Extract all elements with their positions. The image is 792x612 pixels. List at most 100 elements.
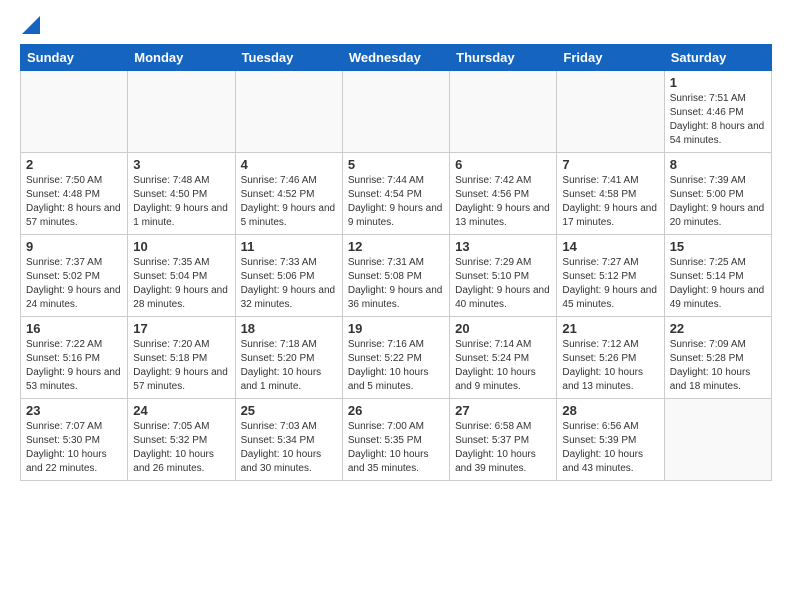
calendar-body: 1 Sunrise: 7:51 AM Sunset: 4:46 PM Daylig… [21, 71, 772, 481]
day-number: 2 [26, 157, 122, 172]
day-info: Sunrise: 7:27 AM Sunset: 5:12 PM Dayligh… [562, 256, 658, 312]
calendar-cell: 18 Sunrise: 7:18 AM Sunset: 5:20 PM Dayli… [235, 317, 342, 399]
calendar-cell [235, 71, 342, 153]
day-info: Sunrise: 7:37 AM Sunset: 5:02 PM Dayligh… [26, 256, 122, 312]
day-number: 26 [348, 403, 444, 418]
day-number: 19 [348, 321, 444, 336]
day-header-sunday: Sunday [21, 45, 128, 71]
calendar-cell [21, 71, 128, 153]
day-number: 4 [241, 157, 337, 172]
calendar-cell: 17 Sunrise: 7:20 AM Sunset: 5:18 PM Dayli… [128, 317, 235, 399]
day-number: 28 [562, 403, 658, 418]
day-info: Sunrise: 7:03 AM Sunset: 5:34 PM Dayligh… [241, 420, 337, 476]
calendar-cell: 7 Sunrise: 7:41 AM Sunset: 4:58 PM Daylig… [557, 153, 664, 235]
day-info: Sunrise: 7:46 AM Sunset: 4:52 PM Dayligh… [241, 174, 337, 230]
calendar-cell: 16Sunrise: 7:22 AM Sunset: 5:16 PM Dayli… [21, 317, 128, 399]
day-info: Sunrise: 7:33 AM Sunset: 5:06 PM Dayligh… [241, 256, 337, 312]
day-info: Sunrise: 7:00 AM Sunset: 5:35 PM Dayligh… [348, 420, 444, 476]
day-number: 23 [26, 403, 122, 418]
day-number: 18 [241, 321, 337, 336]
day-header-monday: Monday [128, 45, 235, 71]
day-number: 13 [455, 239, 551, 254]
day-number: 15 [670, 239, 766, 254]
calendar-cell: 25 Sunrise: 7:03 AM Sunset: 5:34 PM Dayli… [235, 399, 342, 481]
day-number: 25 [241, 403, 337, 418]
day-number: 14 [562, 239, 658, 254]
calendar-cell: 26 Sunrise: 7:00 AM Sunset: 5:35 PM Dayli… [342, 399, 449, 481]
week-row-4: 16Sunrise: 7:22 AM Sunset: 5:16 PM Dayli… [21, 317, 772, 399]
calendar-cell: 21 Sunrise: 7:12 AM Sunset: 5:26 PM Dayli… [557, 317, 664, 399]
day-info: Sunrise: 7:09 AM Sunset: 5:28 PM Dayligh… [670, 338, 766, 394]
day-info: Sunrise: 7:25 AM Sunset: 5:14 PM Dayligh… [670, 256, 766, 312]
day-info: Sunrise: 7:50 AM Sunset: 4:48 PM Dayligh… [26, 174, 122, 230]
calendar-cell: 9 Sunrise: 7:37 AM Sunset: 5:02 PM Daylig… [21, 235, 128, 317]
calendar-cell: 12 Sunrise: 7:31 AM Sunset: 5:08 PM Dayli… [342, 235, 449, 317]
day-header-thursday: Thursday [450, 45, 557, 71]
week-row-1: 1 Sunrise: 7:51 AM Sunset: 4:46 PM Daylig… [21, 71, 772, 153]
logo-icon [22, 16, 40, 34]
calendar-cell: 20 Sunrise: 7:14 AM Sunset: 5:24 PM Dayli… [450, 317, 557, 399]
calendar-cell: 10 Sunrise: 7:35 AM Sunset: 5:04 PM Dayli… [128, 235, 235, 317]
calendar-cell: 8 Sunrise: 7:39 AM Sunset: 5:00 PM Daylig… [664, 153, 771, 235]
day-info: Sunrise: 7:18 AM Sunset: 5:20 PM Dayligh… [241, 338, 337, 394]
day-header-wednesday: Wednesday [342, 45, 449, 71]
day-info: Sunrise: 7:44 AM Sunset: 4:54 PM Dayligh… [348, 174, 444, 230]
day-number: 11 [241, 239, 337, 254]
day-number: 12 [348, 239, 444, 254]
calendar-cell: 15 Sunrise: 7:25 AM Sunset: 5:14 PM Dayli… [664, 235, 771, 317]
calendar-cell: 3Sunrise: 7:48 AM Sunset: 4:50 PM Daylig… [128, 153, 235, 235]
calendar-header-row: SundayMondayTuesdayWednesdayThursdayFrid… [21, 45, 772, 71]
week-row-3: 9 Sunrise: 7:37 AM Sunset: 5:02 PM Daylig… [21, 235, 772, 317]
day-info: Sunrise: 7:14 AM Sunset: 5:24 PM Dayligh… [455, 338, 551, 394]
day-number: 7 [562, 157, 658, 172]
day-number: 10 [133, 239, 229, 254]
day-number: 8 [670, 157, 766, 172]
calendar-cell [557, 71, 664, 153]
day-info: Sunrise: 7:31 AM Sunset: 5:08 PM Dayligh… [348, 256, 444, 312]
day-number: 24 [133, 403, 229, 418]
calendar-cell: 14 Sunrise: 7:27 AM Sunset: 5:12 PM Dayli… [557, 235, 664, 317]
day-number: 5 [348, 157, 444, 172]
week-row-2: 2 Sunrise: 7:50 AM Sunset: 4:48 PM Daylig… [21, 153, 772, 235]
calendar-cell: 23 Sunrise: 7:07 AM Sunset: 5:30 PM Dayli… [21, 399, 128, 481]
day-info: Sunrise: 6:58 AM Sunset: 5:37 PM Dayligh… [455, 420, 551, 476]
day-info: Sunrise: 7:42 AM Sunset: 4:56 PM Dayligh… [455, 174, 551, 230]
calendar-table: SundayMondayTuesdayWednesdayThursdayFrid… [20, 44, 772, 481]
day-info: Sunrise: 7:41 AM Sunset: 4:58 PM Dayligh… [562, 174, 658, 230]
calendar-cell [342, 71, 449, 153]
day-info: Sunrise: 7:05 AM Sunset: 5:32 PM Dayligh… [133, 420, 229, 476]
week-row-5: 23 Sunrise: 7:07 AM Sunset: 5:30 PM Dayli… [21, 399, 772, 481]
day-number: 22 [670, 321, 766, 336]
day-info: Sunrise: 7:39 AM Sunset: 5:00 PM Dayligh… [670, 174, 766, 230]
calendar-cell: 22 Sunrise: 7:09 AM Sunset: 5:28 PM Dayli… [664, 317, 771, 399]
day-info: Sunrise: 7:07 AM Sunset: 5:30 PM Dayligh… [26, 420, 122, 476]
day-number: 21 [562, 321, 658, 336]
day-number: 9 [26, 239, 122, 254]
calendar-cell: 2 Sunrise: 7:50 AM Sunset: 4:48 PM Daylig… [21, 153, 128, 235]
day-info: Sunrise: 7:16 AM Sunset: 5:22 PM Dayligh… [348, 338, 444, 394]
day-info: Sunrise: 7:12 AM Sunset: 5:26 PM Dayligh… [562, 338, 658, 394]
day-info: Sunrise: 7:35 AM Sunset: 5:04 PM Dayligh… [133, 256, 229, 312]
day-info: Sunrise: 7:48 AM Sunset: 4:50 PM Dayligh… [133, 174, 229, 230]
calendar-cell: 1 Sunrise: 7:51 AM Sunset: 4:46 PM Daylig… [664, 71, 771, 153]
day-info: Sunrise: 7:20 AM Sunset: 5:18 PM Dayligh… [133, 338, 229, 394]
day-info: Sunrise: 6:56 AM Sunset: 5:39 PM Dayligh… [562, 420, 658, 476]
calendar-cell: 13 Sunrise: 7:29 AM Sunset: 5:10 PM Dayli… [450, 235, 557, 317]
day-info: Sunrise: 7:29 AM Sunset: 5:10 PM Dayligh… [455, 256, 551, 312]
day-info: Sunrise: 7:51 AM Sunset: 4:46 PM Dayligh… [670, 92, 766, 148]
calendar-cell [128, 71, 235, 153]
day-header-tuesday: Tuesday [235, 45, 342, 71]
calendar-cell: 19 Sunrise: 7:16 AM Sunset: 5:22 PM Dayli… [342, 317, 449, 399]
calendar-cell: 28 Sunrise: 6:56 AM Sunset: 5:39 PM Dayli… [557, 399, 664, 481]
calendar-cell: 6 Sunrise: 7:42 AM Sunset: 4:56 PM Daylig… [450, 153, 557, 235]
calendar-cell: 5 Sunrise: 7:44 AM Sunset: 4:54 PM Daylig… [342, 153, 449, 235]
calendar-cell: 27Sunrise: 6:58 AM Sunset: 5:37 PM Dayli… [450, 399, 557, 481]
day-header-friday: Friday [557, 45, 664, 71]
day-number: 1 [670, 75, 766, 90]
day-number: 17 [133, 321, 229, 336]
day-number: 6 [455, 157, 551, 172]
day-number: 20 [455, 321, 551, 336]
calendar-cell: 11 Sunrise: 7:33 AM Sunset: 5:06 PM Dayli… [235, 235, 342, 317]
day-header-saturday: Saturday [664, 45, 771, 71]
page-header [20, 20, 772, 34]
